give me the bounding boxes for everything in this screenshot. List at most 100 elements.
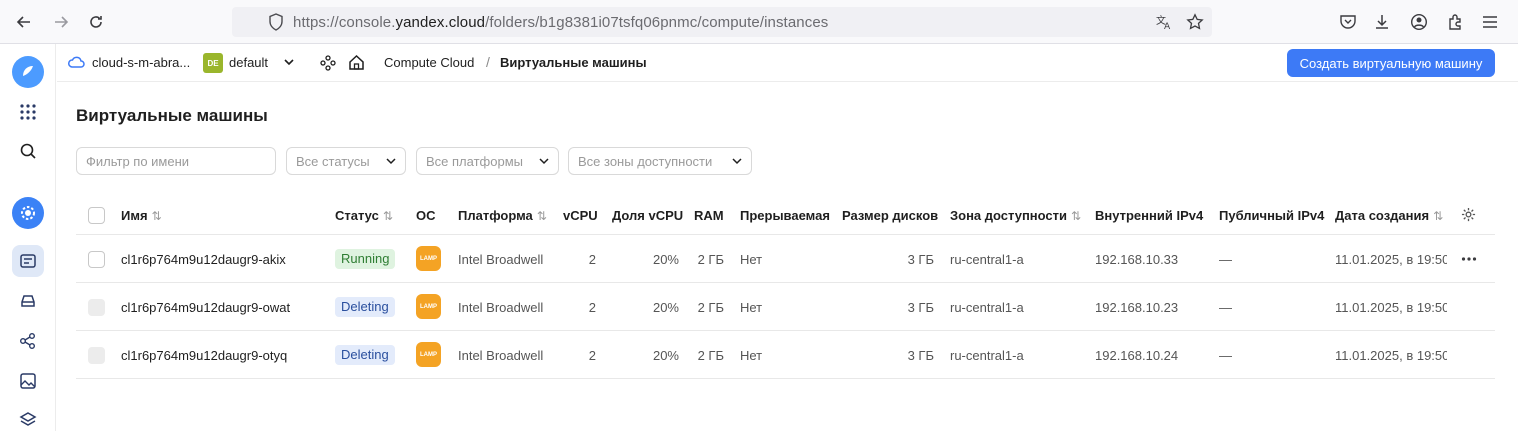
address-bar[interactable]: https://console.yandex.cloud/folders/b1g… xyxy=(232,7,1212,37)
platform-filter-value: Все платформы xyxy=(426,154,523,169)
preemptible-cell: Нет xyxy=(740,300,763,315)
status-badge: Deleting xyxy=(335,297,395,317)
breadcrumb-service[interactable]: Compute Cloud xyxy=(384,55,474,70)
forward-icon[interactable] xyxy=(49,10,73,34)
row-checkbox xyxy=(88,299,105,316)
select-all-checkbox[interactable] xyxy=(88,207,105,224)
sort-icon[interactable]: ⇅ xyxy=(383,209,393,223)
preemptible-cell: Нет xyxy=(740,348,763,363)
menu-icon[interactable] xyxy=(1478,10,1502,34)
row-checkbox xyxy=(88,347,105,364)
chevron-down-icon[interactable] xyxy=(282,55,296,72)
sort-icon[interactable]: ⇅ xyxy=(1071,209,1081,223)
col-name[interactable]: Имя ⇅ xyxy=(121,208,162,223)
ipv4-internal-cell: 192.168.10.23 xyxy=(1095,300,1179,315)
vcpu-cell: 2 xyxy=(588,300,596,315)
name-filter-input[interactable]: Фильтр по имени xyxy=(76,147,276,175)
platform-filter-select[interactable]: Все платформы xyxy=(416,147,559,175)
row-divider xyxy=(76,378,1495,379)
row-divider xyxy=(76,330,1495,331)
status-badge: Running xyxy=(335,249,396,269)
compute-service-icon[interactable] xyxy=(12,197,44,229)
vcpu-cell: 2 xyxy=(588,252,596,267)
create-vm-button[interactable]: Создать виртуальную машину xyxy=(1287,49,1495,77)
zone-filter-select[interactable]: Все зоны доступности xyxy=(568,147,752,175)
left-rail xyxy=(0,44,56,431)
ipv4-internal-cell: 192.168.10.24 xyxy=(1095,348,1179,363)
disks-icon[interactable] xyxy=(12,285,44,317)
col-zone[interactable]: Зона доступности ⇅ xyxy=(950,208,1081,223)
col-disk: Размер дисков xyxy=(842,208,939,223)
ipv4-internal-cell: 192.168.10.33 xyxy=(1095,252,1179,267)
ram-cell: 2 ГБ xyxy=(697,348,724,363)
account-icon[interactable] xyxy=(1407,10,1431,34)
disk-cell: 3 ГБ xyxy=(907,252,934,267)
platform-cell: Intel Broadwell xyxy=(458,348,544,363)
vcpu-cell: 2 xyxy=(588,348,596,363)
vm-name[interactable]: cl1r6p764m9u12daugr9-otyq xyxy=(121,348,287,363)
chevron-down-icon xyxy=(538,155,550,170)
images-icon[interactable] xyxy=(12,365,44,397)
zone-cell: ru-central1-a xyxy=(950,300,1024,315)
shield-icon[interactable] xyxy=(268,13,284,34)
col-ipv4-public: Публичный IPv4 xyxy=(1219,208,1325,223)
col-platform[interactable]: Платформа ⇅ xyxy=(458,208,547,223)
status-badge: Deleting xyxy=(335,345,395,365)
chevron-down-icon xyxy=(385,155,397,170)
instances-icon[interactable] xyxy=(12,245,44,277)
services-icon[interactable] xyxy=(320,55,336,74)
downloads-icon[interactable] xyxy=(1370,10,1394,34)
layers-icon[interactable] xyxy=(12,404,44,431)
services-grid-icon[interactable] xyxy=(12,96,44,128)
breadcrumb-current: Виртуальные машины xyxy=(500,55,647,70)
sort-icon[interactable]: ⇅ xyxy=(152,209,162,223)
folder-selector[interactable]: default xyxy=(229,55,268,70)
created-cell: 11.01.2025, в 19:50 xyxy=(1335,300,1447,315)
cloud-selector[interactable]: cloud-s-m-abra... xyxy=(92,55,190,70)
yandex-cloud-logo-icon[interactable] xyxy=(12,56,44,88)
col-created[interactable]: Дата создания ⇅ xyxy=(1335,208,1443,223)
vm-name[interactable]: cl1r6p764m9u12daugr9-owat xyxy=(121,300,290,315)
search-icon[interactable] xyxy=(12,135,44,167)
platform-cell: Intel Broadwell xyxy=(458,252,544,267)
status-filter-select[interactable]: Все статусы xyxy=(286,147,406,175)
table-settings-icon[interactable] xyxy=(1461,207,1476,225)
ram-cell: 2 ГБ xyxy=(697,300,724,315)
col-ram: RAM xyxy=(694,208,724,223)
pocket-icon[interactable] xyxy=(1336,10,1360,34)
ipv4-public-cell: — xyxy=(1219,348,1232,363)
sort-icon[interactable]: ⇅ xyxy=(1433,209,1443,223)
os-lamp-icon: LAMP xyxy=(416,246,441,271)
created-cell: 11.01.2025, в 19:50 xyxy=(1335,348,1447,363)
groups-icon[interactable] xyxy=(12,325,44,357)
vcpu-share-cell: 20% xyxy=(652,348,679,363)
translate-icon[interactable]: 文A xyxy=(1155,13,1173,34)
status-filter-value: Все статусы xyxy=(296,154,370,169)
home-icon[interactable] xyxy=(348,54,365,74)
col-ipv4-internal: Внутренний IPv4 xyxy=(1095,208,1204,223)
breadcrumb-separator: / xyxy=(486,54,490,70)
vcpu-share-cell: 20% xyxy=(652,252,679,267)
col-status[interactable]: Статус ⇅ xyxy=(335,208,393,223)
url-text[interactable]: https://console.yandex.cloud/folders/b1g… xyxy=(293,14,828,31)
cloud-icon xyxy=(67,54,85,73)
svg-text:A: A xyxy=(1164,22,1171,31)
zone-filter-value: Все зоны доступности xyxy=(578,154,713,169)
header-divider xyxy=(76,234,1495,235)
chevron-down-icon xyxy=(731,155,743,170)
browser-toolbar: https://console.yandex.cloud/folders/b1g… xyxy=(0,0,1518,44)
more-actions-icon[interactable] xyxy=(1461,251,1477,270)
bookmark-star-icon[interactable] xyxy=(1186,13,1204,34)
preemptible-cell: Нет xyxy=(740,252,763,267)
extensions-icon[interactable] xyxy=(1443,10,1467,34)
back-icon[interactable] xyxy=(12,10,36,34)
ipv4-public-cell: — xyxy=(1219,300,1232,315)
sort-icon[interactable]: ⇅ xyxy=(537,209,547,223)
reload-icon[interactable] xyxy=(84,10,108,34)
os-lamp-icon: LAMP xyxy=(416,294,441,319)
vm-name[interactable]: cl1r6p764m9u12daugr9-akix xyxy=(121,252,286,267)
ram-cell: 2 ГБ xyxy=(697,252,724,267)
row-checkbox[interactable] xyxy=(88,251,105,268)
page-title: Виртуальные машины xyxy=(76,106,268,125)
col-vcpu: vCPU xyxy=(563,208,598,223)
